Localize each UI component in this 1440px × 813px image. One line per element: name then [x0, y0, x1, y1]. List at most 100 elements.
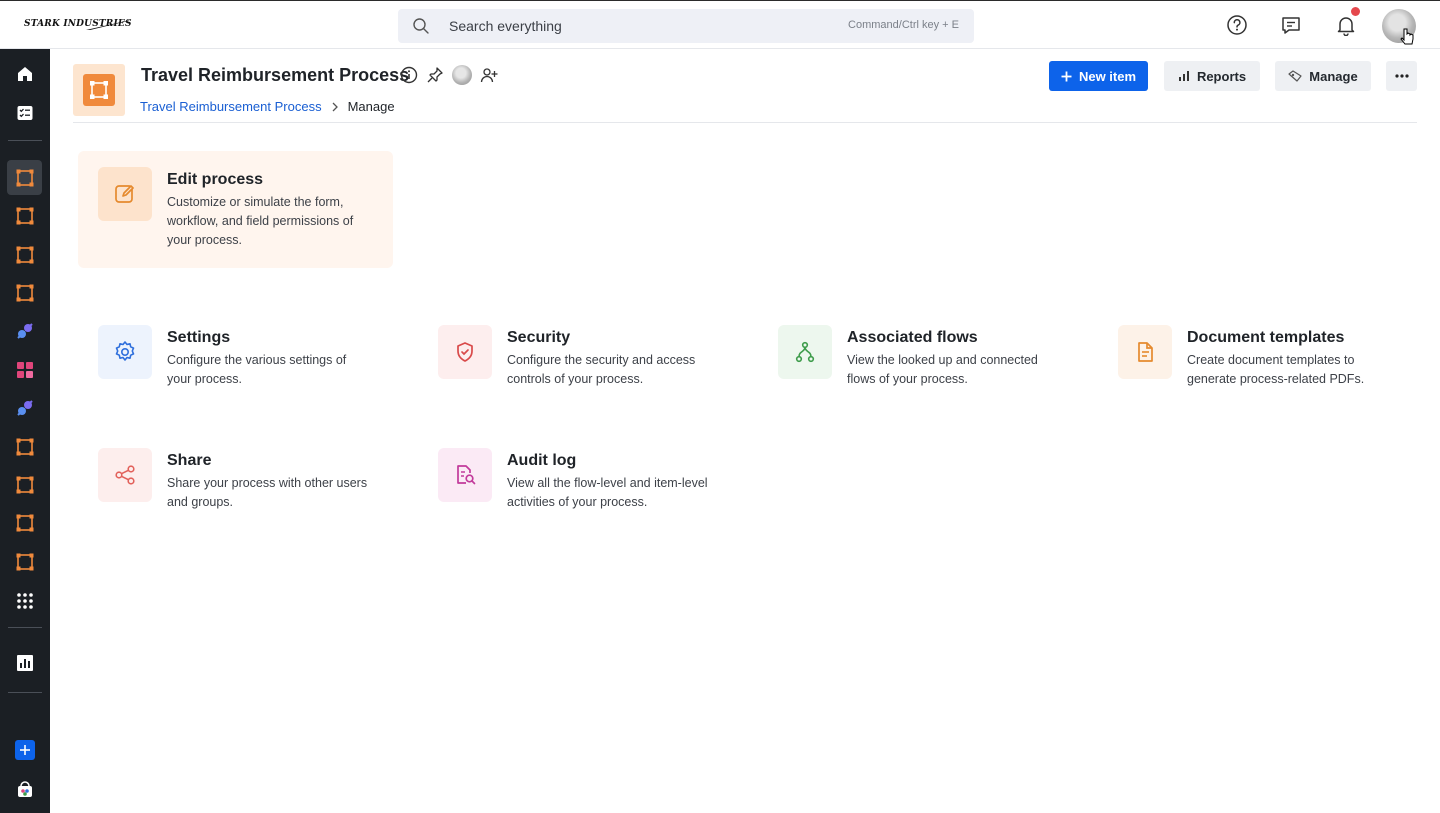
global-search[interactable]: Search everything Command/Ctrl key + E [398, 9, 974, 43]
sidebar-all-apps[interactable] [7, 583, 42, 618]
page-title: Travel Reimbursement Process [141, 65, 410, 85]
document-templates-icon-tile [1118, 325, 1172, 379]
security-description: Configure the security and access contro… [507, 353, 696, 386]
sidebar-create-button[interactable] [7, 732, 42, 767]
plus-icon [1061, 71, 1072, 81]
brand-logo[interactable]: STARK INDUSTRIES [24, 17, 132, 33]
notification-dot [1351, 7, 1360, 16]
sidebar-process-4[interactable] [7, 275, 42, 310]
new-item-button[interactable]: New item [1049, 61, 1148, 91]
sidebar-tasks[interactable] [7, 95, 42, 130]
settings-icon-tile [98, 325, 152, 379]
settings-sliders-icon [1288, 70, 1302, 82]
sidebar-home[interactable] [7, 56, 42, 91]
breadcrumb: Travel Reimbursement Process Manage [140, 99, 395, 114]
audit-log-description: View all the flow-level and item-level a… [507, 476, 708, 509]
document-templates-description: Create document templates to generate pr… [1187, 353, 1365, 386]
datalist-icon [16, 361, 33, 378]
sidebar [0, 49, 50, 813]
breadcrumb-current: Manage [347, 99, 395, 114]
sidebar-process-travel-reimbursement[interactable] [7, 160, 42, 195]
sidebar-divider [8, 140, 42, 141]
edit-process-icon-tile [98, 167, 152, 221]
app-grid-icon [16, 592, 33, 609]
notifications-bell-icon[interactable] [1334, 13, 1358, 37]
sidebar-datalist[interactable] [7, 352, 42, 387]
owner-avatar[interactable] [452, 65, 472, 85]
pin-icon[interactable] [426, 66, 444, 84]
new-item-label: New item [1078, 68, 1137, 84]
integration-plug-icon [16, 399, 33, 416]
more-horizontal-icon [1394, 74, 1409, 78]
settings-title: Settings [167, 329, 231, 346]
sidebar-divider [8, 692, 42, 693]
process-icon [16, 438, 33, 455]
process-icon [16, 246, 33, 263]
messages-icon[interactable] [1279, 13, 1303, 37]
reports-label: Reports [1196, 68, 1247, 84]
flows-icon [795, 341, 815, 363]
breadcrumb-parent-link[interactable]: Travel Reimbursement Process [140, 99, 322, 114]
process-icon [16, 207, 33, 224]
sidebar-process-3[interactable] [7, 237, 42, 272]
shopping-bag-icon [17, 780, 32, 797]
sidebar-integration-1[interactable] [7, 313, 42, 348]
share-title: Share [167, 452, 212, 469]
sidebar-divider [8, 627, 42, 628]
sidebar-reports[interactable] [7, 645, 42, 680]
plus-icon [14, 739, 35, 760]
top-bar: STARK INDUSTRIES Search everything Comma… [0, 0, 1440, 49]
home-icon [17, 66, 32, 81]
bar-chart-icon [16, 654, 33, 671]
process-icon [16, 514, 33, 531]
edit-icon [115, 185, 134, 203]
add-user-icon[interactable] [480, 66, 498, 84]
associated-flows-title: Associated flows [847, 329, 978, 346]
chevron-right-icon [332, 102, 338, 111]
sidebar-marketplace[interactable] [7, 771, 42, 806]
sidebar-process-2[interactable] [7, 198, 42, 233]
more-options-button[interactable] [1386, 61, 1417, 91]
sidebar-process-6[interactable] [7, 467, 42, 502]
edit-process-title: Edit process [167, 171, 264, 188]
associated-flows-icon-tile [778, 325, 832, 379]
logo-swoosh-icon [86, 20, 130, 30]
audit-log-title: Audit log [507, 452, 577, 469]
gear-icon [115, 341, 135, 361]
process-icon [16, 169, 33, 186]
share-icon-tile [98, 448, 152, 502]
associated-flows-description: View the looked up and connected flows o… [847, 353, 1038, 386]
title-actions [400, 65, 498, 85]
share-description: Share your process with other users and … [167, 476, 368, 509]
info-icon[interactable] [400, 66, 418, 84]
process-icon [16, 284, 33, 301]
security-title: Security [507, 329, 571, 346]
search-input[interactable]: Search everything [449, 18, 562, 34]
header-divider [73, 122, 1417, 123]
sidebar-integration-2[interactable] [7, 390, 42, 425]
security-icon-tile [438, 325, 492, 379]
settings-description: Configure the various settings of your p… [167, 353, 347, 386]
audit-icon [457, 465, 476, 485]
process-icon [90, 81, 108, 99]
help-icon[interactable] [1225, 13, 1249, 37]
search-icon [412, 17, 430, 40]
reports-button[interactable]: Reports [1164, 61, 1260, 91]
audit-log-icon-tile [438, 448, 492, 502]
manage-button[interactable]: Manage [1275, 61, 1371, 91]
shield-icon [457, 342, 473, 362]
document-icon [1138, 342, 1153, 362]
document-templates-title: Document templates [1187, 329, 1345, 346]
search-shortcut-hint: Command/Ctrl key + E [848, 19, 959, 31]
integration-plug-icon [16, 322, 33, 339]
bar-chart-icon [1178, 71, 1189, 81]
sidebar-process-5[interactable] [7, 429, 42, 464]
mouse-cursor-icon [1400, 28, 1414, 45]
share-icon [115, 465, 135, 485]
edit-process-description: Customize or simulate the form, workflow… [167, 195, 354, 247]
sidebar-process-7[interactable] [7, 505, 42, 540]
manage-label: Manage [1309, 68, 1358, 84]
sidebar-process-8[interactable] [7, 544, 42, 579]
process-icon [16, 553, 33, 570]
process-icon [16, 476, 33, 493]
